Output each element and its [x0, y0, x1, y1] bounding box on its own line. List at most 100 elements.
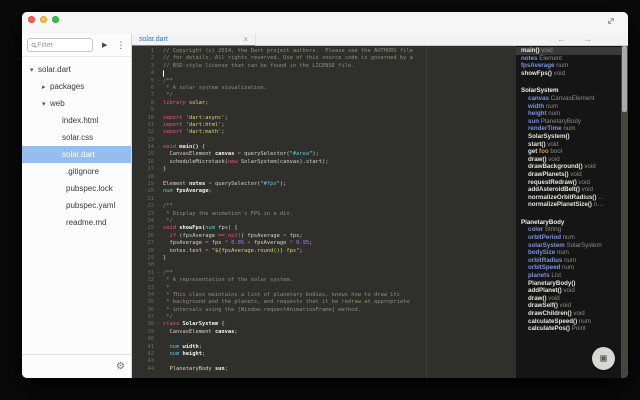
fold-marker[interactable]: - [154, 321, 163, 328]
code-line[interactable]: 3// BSD-style license that can be found … [132, 63, 516, 70]
code-line[interactable]: 9 [132, 107, 516, 114]
code-line[interactable]: 16 scheduleMicrotask(new SolarSystem(can… [132, 159, 516, 166]
outline-item[interactable]: renderTime num [516, 125, 621, 133]
outline-item[interactable]: bodySize num [516, 249, 621, 257]
code-line[interactable]: 6 * A solar system visualization. [132, 85, 516, 92]
minimize-window-button[interactable] [40, 16, 47, 23]
back-arrow-icon[interactable]: ← [557, 35, 566, 44]
code-line[interactable]: 15 CanvasElement canvas = querySelector(… [132, 151, 516, 158]
code-line[interactable]: 1// Copyright (c) 2014, the Dart project… [132, 48, 516, 55]
fold-marker[interactable]: - [154, 144, 163, 151]
chevron-down-icon[interactable]: ▾ [42, 96, 50, 113]
tree-item-packages[interactable]: ▸packages [22, 78, 131, 95]
fold-marker[interactable]: - [154, 225, 163, 232]
outline-item[interactable]: addAsteroidBelt() void [516, 186, 621, 194]
outline-item[interactable]: orbitPeriod num [516, 234, 621, 242]
outline-item[interactable]: notes Element [516, 55, 621, 63]
outline-item[interactable]: PlanetaryBody [516, 219, 621, 227]
outline-item[interactable]: fpsAverage num [516, 62, 621, 70]
code-line[interactable]: 10import 'dart:async'; [132, 115, 516, 122]
outline-item[interactable]: drawSelf() void [516, 302, 621, 310]
code-line[interactable]: 5-/** [132, 78, 516, 85]
code-line[interactable]: 43 [132, 358, 516, 365]
close-window-button[interactable] [28, 16, 35, 23]
outline-item[interactable]: normalizePlanetSize() n… [516, 201, 621, 209]
outline-item[interactable]: orbitRadius num [516, 257, 621, 265]
code-line[interactable]: 39 CanvasElement canvas; [132, 329, 516, 336]
code-line[interactable]: 13 [132, 137, 516, 144]
code-line[interactable]: 28 notes.text = "${fpsAverage.round()} f… [132, 248, 516, 255]
outline-item[interactable]: requestRedraw() void [516, 179, 621, 187]
outline-item[interactable]: drawChildren() void [516, 310, 621, 318]
code-line[interactable]: 36 * intervals using the [Window.request… [132, 307, 516, 314]
code-line[interactable]: 26 if (fpsAverage == null) fpsAverage = … [132, 233, 516, 240]
resize-icon[interactable] [606, 16, 616, 26]
code-line[interactable]: 11import 'dart:html'; [132, 122, 516, 129]
outline-item[interactable]: get foo bool [516, 148, 621, 156]
code-line[interactable]: 8library solar; [132, 100, 516, 107]
code-line[interactable]: 44 PlanetaryBody sun; [132, 366, 516, 373]
code-line[interactable]: 17} [132, 166, 516, 173]
code-line[interactable]: 2// for details. All rights reserved. Us… [132, 55, 516, 62]
tab-solar-dart[interactable]: solar.dart × [132, 34, 256, 46]
filter-box[interactable] [27, 38, 93, 52]
outline-item[interactable]: canvas CanvasElement [516, 95, 621, 103]
outline-item[interactable]: SolarSystem() [516, 133, 621, 141]
menu-icon[interactable]: ⋮ [116, 40, 125, 51]
chevron-right-icon[interactable]: ▸ [42, 79, 50, 96]
filter-input[interactable] [37, 42, 89, 49]
code-line[interactable]: 42 num height; [132, 351, 516, 358]
fold-marker[interactable]: - [154, 78, 163, 85]
code-line[interactable]: 34 * This class maintains a list of plan… [132, 292, 516, 299]
tree-item--gitignore[interactable]: .gitignore [22, 163, 131, 180]
code-line[interactable]: 29} [132, 255, 516, 262]
code-line[interactable]: 37 */ [132, 314, 516, 321]
outline-item[interactable]: solarSystem SolarSystem [516, 242, 621, 250]
tree-item-solar-dart[interactable]: ▾solar.dart [22, 61, 131, 78]
fab-button[interactable] [592, 347, 615, 370]
code-line[interactable]: 33 * [132, 285, 516, 292]
outline-item[interactable]: sun PlanetaryBody [516, 118, 621, 126]
code-line[interactable]: 14-void main() { [132, 144, 516, 151]
code-editor[interactable]: 1// Copyright (c) 2014, the Dart project… [132, 46, 516, 378]
outline-item[interactable]: calculatePos() Point [516, 325, 621, 333]
scrollbar-track[interactable] [621, 46, 628, 378]
tree-item-index-html[interactable]: index.html [22, 112, 131, 129]
outline-item[interactable]: normalizeOrbitRadius() … [516, 194, 621, 202]
tree-item-web[interactable]: ▾web [22, 95, 131, 112]
run-button[interactable]: ▶ [102, 41, 107, 49]
code-line[interactable]: 27 fpsAverage = fps * 0.05 + fpsAverage … [132, 240, 516, 247]
outline-item[interactable]: orbitSpeed num [516, 264, 621, 272]
code-line[interactable]: 22-/** [132, 203, 516, 210]
tree-item-readme-md[interactable]: readme.md [22, 214, 131, 231]
tree-item-pubspec-yaml[interactable]: pubspec.yaml [22, 197, 131, 214]
code-line[interactable]: 18 [132, 174, 516, 181]
outline-item[interactable]: draw() void [516, 156, 621, 164]
outline-item[interactable]: draw() void [516, 295, 621, 303]
gear-icon[interactable]: ⚙ [116, 362, 125, 372]
outline-item[interactable]: start() void [516, 141, 621, 149]
outline-item[interactable]: calculateSpeed() num [516, 318, 621, 326]
code-line[interactable]: 35 * background and the planets, and req… [132, 299, 516, 306]
outline-item[interactable]: drawPlanets() void [516, 171, 621, 179]
code-line[interactable]: 19Element notes = querySelector("#fps"); [132, 181, 516, 188]
fold-marker[interactable]: - [154, 203, 163, 210]
tree-item-solar-css[interactable]: solar.css [22, 129, 131, 146]
code-line[interactable]: 40 [132, 336, 516, 343]
outline-item[interactable]: SolarSystem [516, 87, 621, 95]
chevron-down-icon[interactable]: ▾ [30, 62, 38, 79]
zoom-window-button[interactable] [52, 16, 59, 23]
forward-arrow-icon[interactable]: → [583, 35, 592, 44]
fold-marker[interactable]: - [154, 270, 163, 277]
outline-item[interactable]: drawBackground() void [516, 163, 621, 171]
code-line[interactable]: 25-void showFps(num fps) { [132, 225, 516, 232]
outline-item[interactable]: planets List [516, 272, 621, 280]
outline-item[interactable]: height num [516, 110, 621, 118]
code-line[interactable]: 31-/** [132, 270, 516, 277]
outline-item[interactable]: color String [516, 226, 621, 234]
code-line[interactable]: 21 [132, 196, 516, 203]
code-line[interactable]: 23 * Display the animation's FPS in a di… [132, 211, 516, 218]
code-line[interactable]: 24 */ [132, 218, 516, 225]
code-line[interactable]: 30 [132, 262, 516, 269]
scrollbar-thumb[interactable] [622, 46, 627, 112]
